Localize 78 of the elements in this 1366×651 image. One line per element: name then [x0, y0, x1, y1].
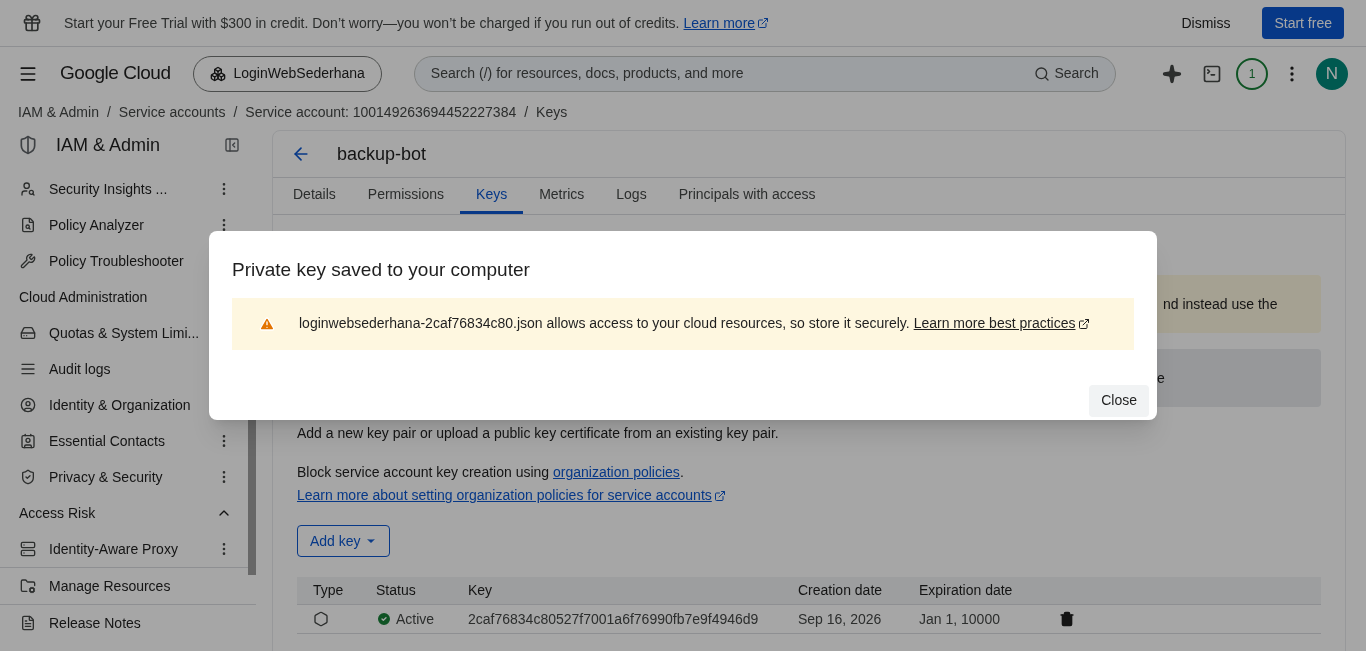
tab[interactable]: Details	[277, 178, 352, 214]
intro-text: Add a new key pair or upload a public key certificate from an existing key pair.	[297, 424, 780, 443]
server-icon	[20, 541, 36, 557]
check-circle-icon	[376, 611, 392, 627]
gift-icon	[22, 13, 42, 33]
contact-card-icon	[20, 433, 36, 449]
product-logo[interactable]: Google Cloud	[60, 59, 171, 88]
shield-icon	[18, 135, 38, 155]
document-icon	[20, 615, 36, 631]
list-icon	[20, 361, 36, 377]
column-header: Key	[468, 581, 494, 600]
tab[interactable]: Principals with access	[662, 178, 832, 214]
person-search-icon	[20, 181, 36, 197]
external-link-icon	[713, 489, 726, 502]
breadcrumb-separator: /	[524, 103, 529, 122]
dismiss-button[interactable]: Dismiss	[1169, 7, 1243, 39]
notification-count[interactable]: 1	[1236, 57, 1268, 90]
column-header: Creation date	[798, 581, 884, 600]
sidebar-section-title: Cloud Administration	[19, 287, 148, 307]
tab[interactable]: Permissions	[351, 178, 461, 214]
sidebar-section-title: Access Risk	[19, 503, 96, 523]
breadcrumb-link[interactable]: Service account: 100149263694452227384	[245, 102, 517, 123]
promo-text: Start your Free Trial with $300 in credit. Don’t worry—you won’t be charged if you run out of credits.	[64, 13, 680, 33]
warning-icon	[259, 315, 275, 332]
organization-policies-link[interactable]: organization policies	[553, 464, 680, 480]
search-icon	[1034, 65, 1051, 82]
policy-text: Block service account key creation using organization policies.	[297, 463, 685, 482]
column-header: Type	[312, 581, 345, 600]
dialog-title: Private key saved to your computer	[232, 258, 531, 282]
close-button[interactable]: Close	[1089, 384, 1149, 417]
alert-text: loginwebsederhana-2caf76834c80.json allows access to your cloud resources, so store it securely.	[299, 314, 910, 333]
sidebar-item[interactable]: Essential Contacts	[49, 430, 216, 452]
table-cell-text: Jan 1, 10000	[919, 609, 1001, 629]
sidebar-item[interactable]: Privacy & Security	[49, 466, 216, 488]
breadcrumb-link[interactable]: Keys	[536, 102, 568, 123]
collapse-panel-icon[interactable]	[224, 137, 240, 153]
sidebar-item[interactable]: Release Notes	[49, 612, 232, 634]
start-free-button[interactable]: Start free	[1262, 7, 1344, 39]
table-cell-text: 2caf76834c80527f7001a6f76990fb7e9f4946d9	[468, 609, 760, 629]
storage-icon	[20, 325, 36, 341]
sidebar-item[interactable]: Security Insights ...	[49, 178, 216, 200]
column-header: Status	[376, 581, 417, 600]
hexagon-icon	[313, 611, 329, 627]
tab[interactable]: Keys	[460, 178, 524, 214]
learn-more-link[interactable]: Learn more	[683, 12, 770, 34]
warning-text: nd instead use the	[1163, 294, 1278, 314]
delete-icon[interactable]	[1059, 611, 1075, 627]
status-cell: Active	[376, 608, 468, 630]
dots-icon	[209, 65, 226, 82]
tab[interactable]: Logs	[600, 178, 663, 214]
terminal-icon[interactable]	[1202, 63, 1222, 84]
sidebar-title: IAM & Admin	[56, 133, 162, 157]
learn-more-link[interactable]: Learn more about setting organization policies for service accounts	[297, 485, 726, 506]
breadcrumb-separator: /	[233, 103, 238, 122]
search-field[interactable]: Search (/) for resources, docs, products, and more Search	[413, 55, 1116, 92]
breadcrumb-separator: /	[106, 103, 111, 122]
external-link-icon	[1077, 317, 1090, 330]
wrench-icon	[20, 253, 36, 269]
page-title: backup-bot	[337, 142, 427, 166]
sparkle-icon[interactable]	[1162, 63, 1182, 84]
tab[interactable]: Metrics	[523, 178, 601, 214]
info-text: e	[1157, 368, 1165, 388]
breadcrumb-link[interactable]: IAM & Admin	[18, 102, 99, 123]
add-key-button[interactable]: Add key	[297, 525, 390, 557]
external-link-icon	[757, 17, 770, 29]
document-icon	[20, 217, 36, 233]
folder-gear-icon	[20, 578, 36, 594]
avatar[interactable]: N	[1316, 57, 1348, 90]
breadcrumb-link[interactable]: Service accounts	[118, 102, 226, 123]
column-header: Expiration date	[919, 581, 1014, 600]
person-icon	[20, 397, 36, 413]
sidebar-item[interactable]: Policy Analyzer	[49, 214, 216, 236]
sidebar-item[interactable]: Manage Resources	[49, 575, 232, 597]
table-cell-text: Sep 16, 2026	[798, 609, 883, 629]
shield-icon	[20, 469, 36, 485]
search-button[interactable]: Search	[1034, 63, 1099, 84]
best-practices-link[interactable]: Learn more best practices	[913, 313, 1090, 334]
sidebar-item[interactable]: Identity-Aware Proxy	[49, 538, 216, 560]
